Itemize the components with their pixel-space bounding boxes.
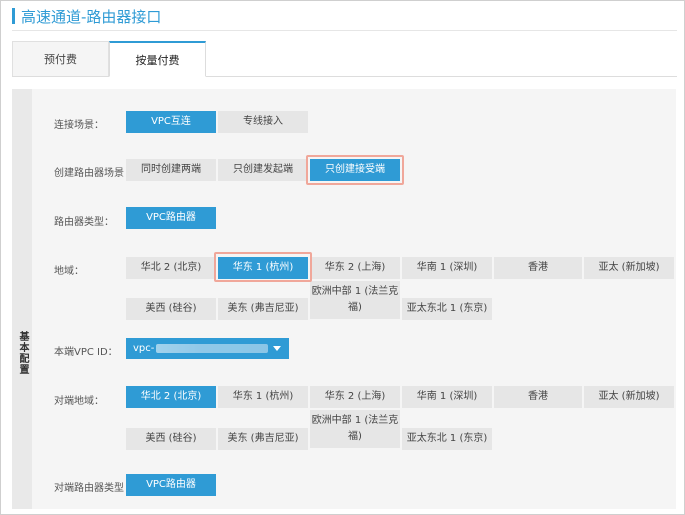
peer-region-option-hangzhou[interactable]: 华东 1 (杭州)	[218, 386, 308, 408]
router-scene-label: 创建路由器场景	[54, 168, 124, 179]
peer-region-label: 对端地域：	[54, 396, 104, 407]
peer-router-type-vpc-router[interactable]: VPC路由器	[126, 474, 216, 496]
router-type-label: 路由器类型：	[54, 217, 114, 228]
router-scene-option-initiator[interactable]: 只创建发起端	[218, 159, 308, 181]
region-label: 地域：	[54, 266, 84, 277]
router-type-vpc-router[interactable]: VPC路由器	[126, 207, 216, 229]
redacted-vpc-id	[156, 343, 269, 353]
scene-option-leased-line[interactable]: 专线接入	[218, 111, 308, 133]
router-scene-option-acceptor[interactable]: 只创建接受端	[310, 159, 400, 181]
title-accent-bar	[12, 8, 15, 24]
page-title: 高速通道-路由器接口	[21, 7, 162, 26]
scene-option-vpc[interactable]: VPC互连	[126, 111, 216, 133]
region-option-tokyo[interactable]: 亚太东北 1 (东京)	[402, 298, 492, 320]
section-label: 基本配置	[17, 331, 28, 375]
peer-region-option-beijing[interactable]: 华北 2 (北京)	[126, 386, 216, 408]
title-divider	[12, 30, 677, 31]
region-option-beijing[interactable]: 华北 2 (北京)	[126, 257, 216, 279]
region-option-silicon-valley[interactable]: 美西 (硅谷)	[126, 298, 216, 320]
region-option-shenzhen[interactable]: 华南 1 (深圳)	[402, 257, 492, 279]
section-side-strip	[12, 89, 32, 509]
region-option-singapore[interactable]: 亚太 (新加坡)	[584, 257, 674, 279]
chevron-down-icon	[273, 346, 281, 351]
scene-label: 连接场景：	[54, 120, 104, 131]
tab-prepaid[interactable]: 预付费	[12, 41, 109, 76]
local-vpc-select[interactable]: vpc-	[126, 338, 289, 359]
page-header: 高速通道-路由器接口	[12, 6, 161, 26]
region-option-frankfurt[interactable]: 欧洲中部 1 (法兰克福)	[310, 281, 400, 319]
peer-region-option-silicon-valley[interactable]: 美西 (硅谷)	[126, 428, 216, 450]
peer-region-option-frankfurt[interactable]: 欧洲中部 1 (法兰克福)	[310, 410, 400, 448]
peer-router-type-label: 对端路由器类型	[54, 483, 124, 494]
router-scene-option-both[interactable]: 同时创建两端	[126, 159, 216, 181]
region-option-hangzhou[interactable]: 华东 1 (杭州)	[218, 257, 308, 279]
region-option-shanghai[interactable]: 华东 2 (上海)	[310, 257, 400, 279]
peer-region-option-singapore[interactable]: 亚太 (新加坡)	[584, 386, 674, 408]
peer-region-option-hongkong[interactable]: 香港	[494, 386, 582, 408]
region-option-virginia[interactable]: 美东 (弗吉尼亚)	[218, 298, 308, 320]
tab-pay-as-you-go[interactable]: 按量付费	[109, 41, 206, 77]
local-vpc-label: 本端VPC ID：	[54, 347, 118, 358]
region-option-hongkong[interactable]: 香港	[494, 257, 582, 279]
local-vpc-value: vpc-	[133, 343, 155, 354]
billing-tabs: 预付费 按量付费	[12, 41, 677, 77]
peer-region-option-virginia[interactable]: 美东 (弗吉尼亚)	[218, 428, 308, 450]
peer-region-option-shenzhen[interactable]: 华南 1 (深圳)	[402, 386, 492, 408]
peer-region-option-shanghai[interactable]: 华东 2 (上海)	[310, 386, 400, 408]
peer-region-option-tokyo[interactable]: 亚太东北 1 (东京)	[402, 428, 492, 450]
